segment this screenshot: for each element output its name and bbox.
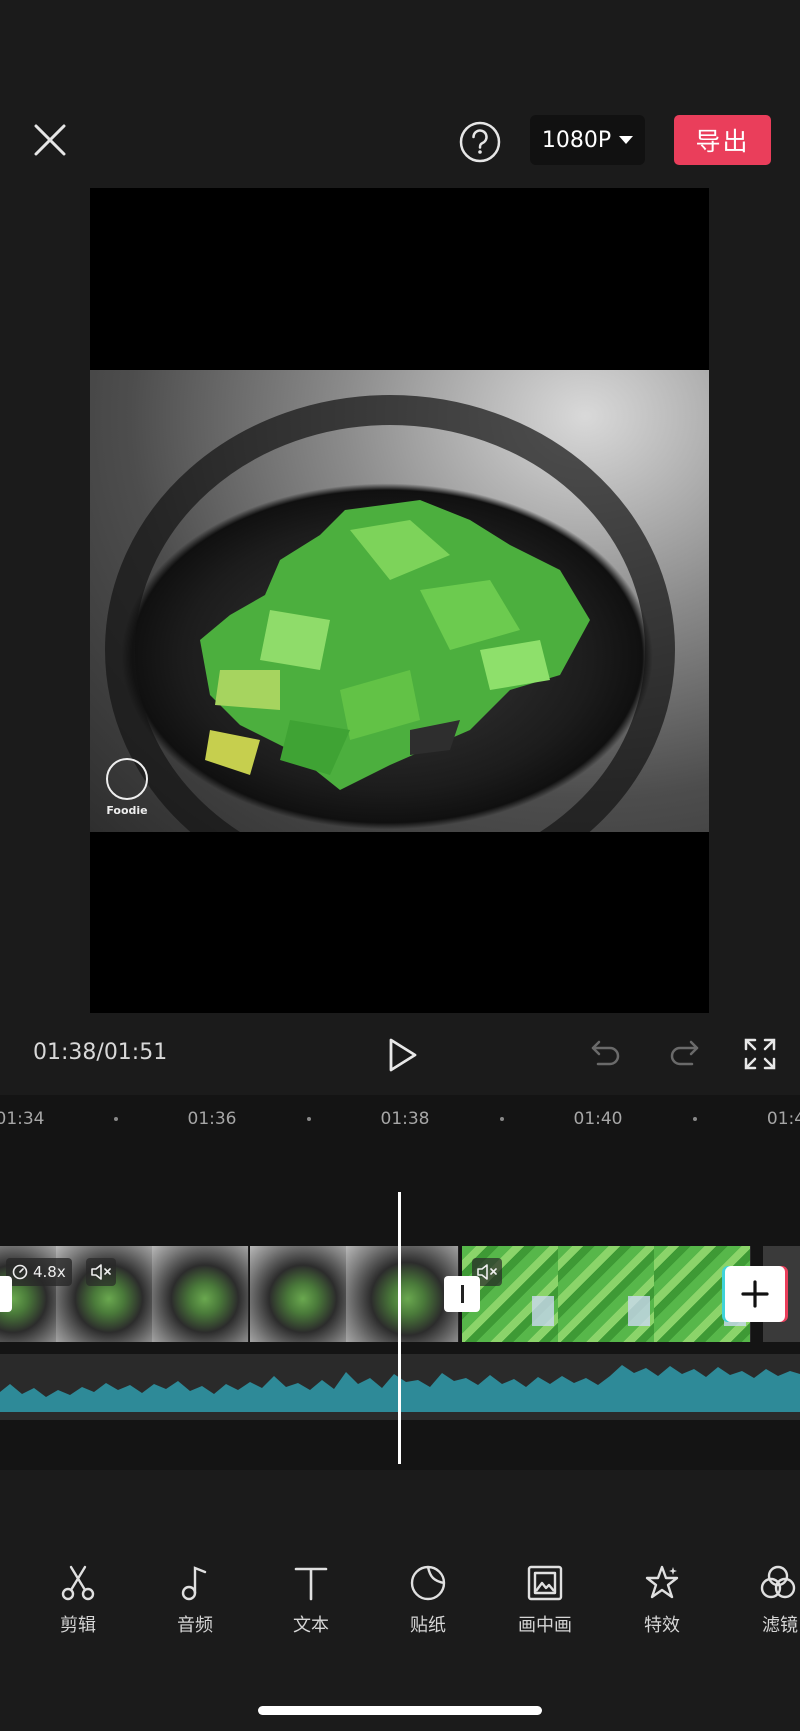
toolbar-effects[interactable]: 特效 — [614, 1563, 710, 1637]
peppers-in-wok-image — [105, 395, 675, 832]
ruler-label: 01:38 — [380, 1109, 430, 1129]
export-button[interactable]: 导出 — [674, 115, 771, 165]
toolbar-edit[interactable]: 剪辑 — [30, 1563, 126, 1637]
speed-badge: 4.8x — [6, 1258, 72, 1286]
ruler-label: 01:4 — [766, 1109, 800, 1129]
transition-button[interactable] — [444, 1276, 480, 1312]
resolution-value: 1080P — [541, 127, 612, 153]
mute-clip-audio-button[interactable] — [86, 1258, 116, 1286]
toolbar-label: 画中画 — [518, 1615, 572, 1636]
timecode: 01:38/01:51 — [33, 1040, 168, 1065]
text-icon — [294, 1567, 328, 1601]
redo-button[interactable] — [666, 1036, 702, 1072]
fullscreen-button[interactable] — [742, 1036, 778, 1072]
clip-thumbnail — [152, 1246, 249, 1342]
ruler-dot — [693, 1117, 697, 1121]
toolbar-label: 剪辑 — [60, 1615, 96, 1636]
filter-icon — [760, 1565, 796, 1599]
toolbar-label: 音频 — [177, 1615, 213, 1636]
clip-trim-handle[interactable] — [0, 1276, 12, 1312]
watermark-text: Foodie — [106, 804, 148, 817]
toolbar-sticker[interactable]: 贴纸 — [380, 1563, 476, 1637]
toolbar-label: 贴纸 — [410, 1615, 446, 1636]
toolbar-audio[interactable]: 音频 — [147, 1563, 243, 1637]
ruler-dot — [500, 1117, 504, 1121]
ruler-dot — [114, 1117, 118, 1121]
video-preview[interactable]: Foodie — [90, 188, 709, 1013]
foodie-watermark: Foodie — [102, 758, 152, 817]
ruler-label: 01:36 — [187, 1109, 237, 1129]
play-button[interactable] — [382, 1035, 422, 1075]
toolbar-label: 文本 — [293, 1615, 329, 1636]
toolbar-filter[interactable]: 滤镜 — [730, 1563, 800, 1637]
picture-in-picture-icon — [527, 1565, 563, 1601]
add-clip-button[interactable] — [725, 1266, 785, 1322]
toolbar-label: 特效 — [644, 1615, 680, 1636]
toolbar-picture-in-picture[interactable]: 画中画 — [497, 1563, 593, 1637]
speedometer-icon — [12, 1264, 28, 1280]
help-button[interactable] — [458, 120, 502, 164]
fullscreen-icon — [744, 1038, 776, 1070]
foodie-logo-icon — [106, 758, 148, 800]
home-indicator[interactable] — [258, 1706, 542, 1715]
redo-icon — [670, 1040, 699, 1066]
speed-value: 4.8x — [33, 1263, 66, 1281]
ruler-dot — [307, 1117, 311, 1121]
music-note-icon — [181, 1566, 207, 1601]
toolbar-label: 滤镜 — [762, 1615, 798, 1636]
undo-button[interactable] — [588, 1036, 624, 1072]
effects-star-icon — [645, 1565, 679, 1599]
ruler-label: 01:34 — [0, 1109, 45, 1129]
clip-thumbnail — [558, 1246, 655, 1342]
video-frame: Foodie — [90, 370, 709, 832]
close-icon — [34, 124, 66, 156]
scissors-icon — [61, 1565, 95, 1601]
undo-icon — [591, 1040, 620, 1066]
question-circle-icon — [459, 121, 501, 163]
plus-icon — [741, 1280, 769, 1308]
muted-speaker-icon — [91, 1264, 111, 1280]
timeline-ruler[interactable]: 01:34 01:36 01:38 01:40 01:4 — [0, 1095, 800, 1140]
play-icon — [389, 1038, 417, 1072]
caret-down-icon — [619, 136, 634, 144]
sticker-icon — [410, 1565, 446, 1601]
clip-thumbnail — [346, 1246, 459, 1342]
clip-thumbnail — [250, 1246, 347, 1342]
toolbar-text[interactable]: 文本 — [263, 1563, 359, 1637]
ruler-label: 01:40 — [573, 1109, 623, 1129]
close-button[interactable] — [28, 118, 72, 162]
playhead[interactable] — [398, 1192, 401, 1464]
resolution-selector[interactable]: 1080P — [530, 115, 645, 165]
